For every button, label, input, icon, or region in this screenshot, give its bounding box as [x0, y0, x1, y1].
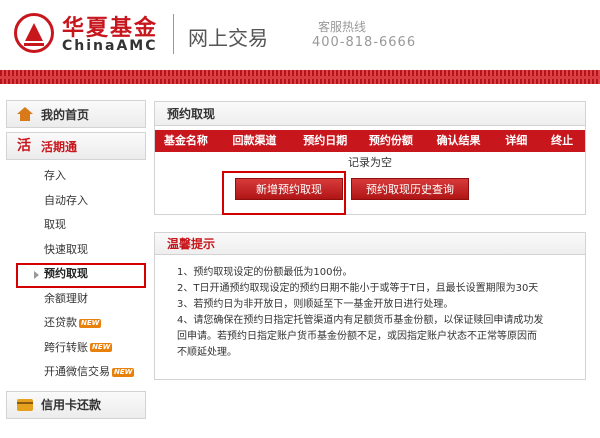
brand-name-en: ChinaAMC: [62, 38, 158, 54]
sidebar-current-deposit-label: 活期通: [41, 139, 78, 154]
new-badge: NEW: [79, 318, 102, 328]
tip-line: 回申请。若预约日指定账户货币基金份额不足，或因指定账户状态不正常等原因而: [177, 331, 537, 342]
sidebar-item-interbank-transfer[interactable]: 跨行转账 NEW: [6, 336, 146, 361]
tips-title: 温馨提示: [155, 233, 585, 255]
sidebar: 我的首页 活 活期通 存入 自动存入 取现 快速取现 预约取现 余额理财 还贷款…: [6, 100, 146, 419]
col-result: 确认结果: [436, 134, 481, 147]
tip-line: 4、请您确保在预约日指定托管渠道内有足额货币基金份额，以保证赎回申请成功发: [177, 315, 544, 326]
section-title: 网上交易: [188, 26, 268, 50]
tip-line: 2、T日开通预约取现设定的预约日期不能小于或等于T日，且最长设置期限为30天: [177, 283, 539, 294]
sub-item-label: 快速取现: [44, 242, 88, 256]
table-header: 基金名称 回款渠道 预约日期 预约份额 确认结果 详细 终止: [155, 130, 585, 152]
sub-item-label: 自动存入: [44, 193, 88, 207]
tips-list: 1、预约取现设定的份额最低为100份。 2、T日开通预约取现设定的预约日期不能小…: [155, 255, 585, 361]
button-highlight: [222, 171, 346, 215]
col-shares: 预约份额: [368, 134, 413, 147]
tip-line: 1、预约取现设定的份额最低为100份。: [177, 267, 353, 278]
sub-item-label: 还贷款: [44, 316, 77, 329]
new-badge: NEW: [90, 343, 113, 352]
col-detail: 详细: [505, 134, 528, 147]
header-divider: [173, 14, 174, 54]
selected-item-highlight: [16, 263, 146, 288]
hotline-number: 400-818-6666: [312, 35, 417, 50]
sidebar-item-repay-loan[interactable]: 还贷款 NEW: [6, 311, 146, 336]
chinaamc-logo-icon[interactable]: [14, 13, 54, 53]
hotline-label: 客服热线: [318, 20, 367, 34]
sub-item-label: 取现: [44, 218, 66, 231]
col-channel: 回款渠道: [232, 134, 277, 147]
sub-item-label: 开通微信交易: [44, 365, 110, 378]
empty-records: 记录为空: [348, 156, 392, 169]
sidebar-home-label: 我的首页: [41, 107, 90, 122]
sub-item-label: 余额理财: [44, 291, 88, 305]
panel-title: 预约取现: [155, 102, 585, 126]
sidebar-item-fast-withdraw[interactable]: 快速取现: [6, 238, 146, 263]
sidebar-item-wechat-trade[interactable]: 开通微信交易 NEW: [6, 360, 146, 385]
button-row: 新增预约取现 预约取现历史查询: [155, 174, 585, 214]
header-stripe: [0, 70, 600, 84]
sub-item-label: 存入: [44, 169, 66, 182]
scheduled-withdraw-panel: 预约取现 基金名称 回款渠道 预约日期 预约份额 确认结果 详细 终止 记录为空…: [154, 101, 586, 215]
sidebar-credit-card-label: 信用卡还款: [41, 398, 102, 412]
tip-line: 3、若预约日为非开放日，则顺延至下一基金开放日进行处理。: [177, 299, 454, 310]
sidebar-item-auto-deposit[interactable]: 自动存入: [6, 189, 146, 214]
tips-panel: 温馨提示 1、预约取现设定的份额最低为100份。 2、T日开通预约取现设定的预约…: [154, 232, 586, 380]
col-terminate: 终止: [551, 134, 574, 147]
home-icon: [17, 107, 33, 121]
tip-line: 不顺延处理。: [177, 347, 237, 358]
history-query-button[interactable]: 预约取现历史查询: [351, 178, 469, 200]
new-badge: NEW: [112, 367, 135, 377]
col-fund-name: 基金名称: [163, 134, 208, 147]
sidebar-item-home[interactable]: 我的首页: [6, 100, 146, 128]
sidebar-item-current-deposit[interactable]: 活 活期通: [6, 132, 146, 160]
sidebar-item-withdraw[interactable]: 取现: [6, 213, 146, 238]
sidebar-item-deposit[interactable]: 存入: [6, 164, 146, 189]
header: 华夏基金 ChinaAMC 网上交易 客服热线 400-818-6666: [0, 0, 600, 70]
col-date: 预约日期: [303, 134, 348, 147]
sidebar-item-credit-card[interactable]: 信用卡还款: [6, 390, 146, 419]
sidebar-item-balance-finance[interactable]: 余额理财: [6, 287, 146, 312]
sub-item-label: 跨行转账: [44, 340, 88, 354]
credit-card-icon: [17, 398, 33, 412]
huo-icon: 活: [17, 138, 31, 154]
